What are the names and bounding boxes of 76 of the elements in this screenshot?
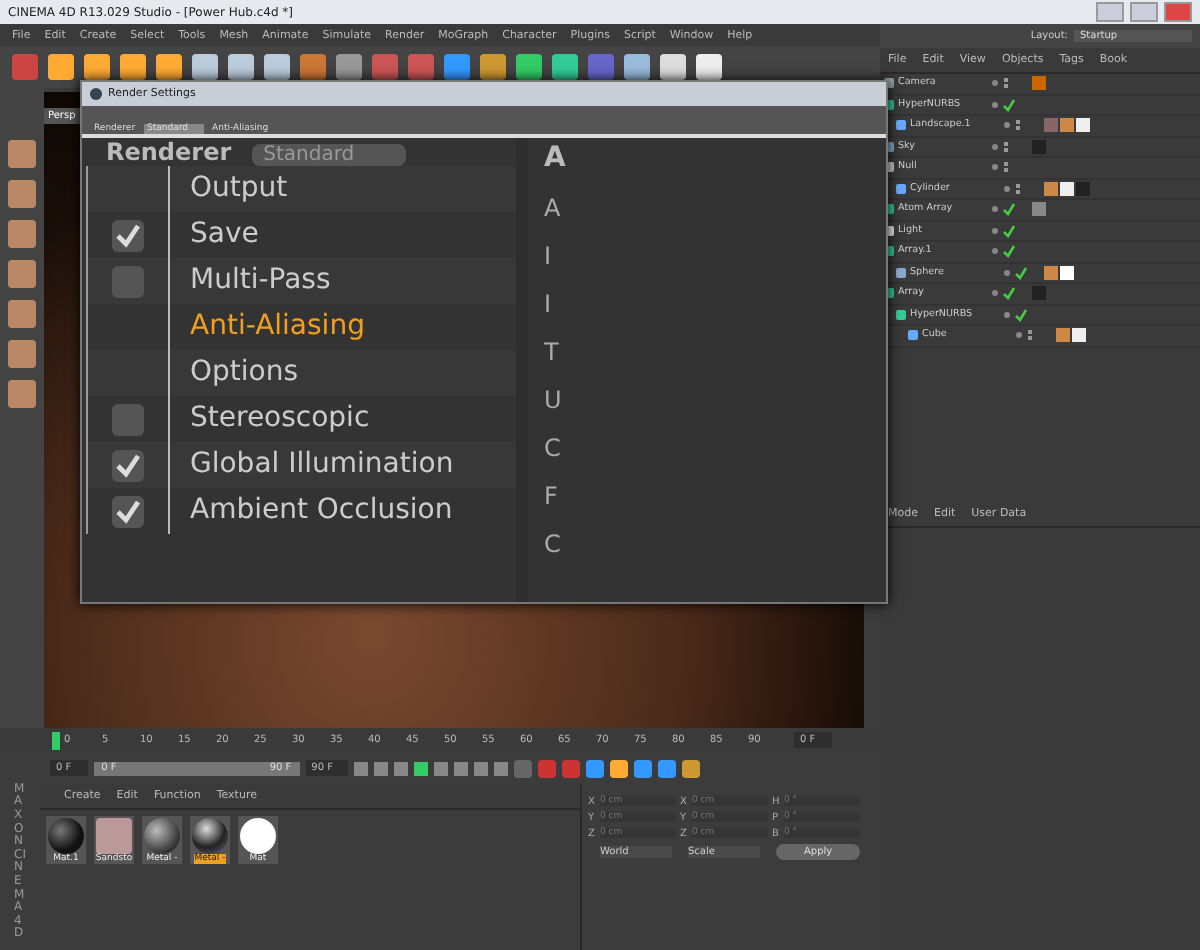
check-icon[interactable]: [1002, 202, 1016, 217]
tool-icon[interactable]: [264, 54, 290, 81]
checkbox[interactable]: [112, 219, 144, 251]
check-icon[interactable]: [1002, 286, 1016, 301]
visibility-dot[interactable]: [1004, 185, 1010, 192]
visibility-dot[interactable]: [1016, 332, 1022, 339]
tool-icon[interactable]: [228, 54, 254, 81]
visibility-dot[interactable]: [992, 290, 998, 297]
tool-icon[interactable]: [624, 54, 650, 81]
field-label: F: [544, 482, 560, 510]
visibility-dot[interactable]: [992, 227, 998, 234]
visibility-dot[interactable]: [1004, 311, 1010, 318]
tool-icon[interactable]: [8, 339, 36, 368]
material-preview: [48, 817, 84, 854]
check-icon[interactable]: [1014, 265, 1028, 280]
field-label: I: [544, 242, 554, 270]
material-preview: [240, 817, 276, 854]
tool-icon[interactable]: [588, 54, 614, 81]
settings-item[interactable]: Ambient Occlusion: [168, 488, 453, 534]
tool-icon[interactable]: [408, 54, 434, 81]
visibility-dot[interactable]: [992, 101, 998, 108]
tool-icon[interactable]: [8, 219, 36, 248]
tool-icon[interactable]: [336, 54, 362, 81]
tool-icon[interactable]: [120, 54, 146, 81]
field-label: I: [544, 290, 554, 318]
field-label: A: [544, 194, 563, 222]
material-preview: [144, 817, 180, 854]
tool-icon[interactable]: [444, 54, 470, 81]
tool-icon[interactable]: [8, 139, 36, 168]
key-icon[interactable]: [658, 759, 677, 778]
maximize-button[interactable]: [1130, 2, 1158, 22]
tool-icon[interactable]: [48, 54, 74, 81]
key-icon[interactable]: [682, 759, 701, 778]
checkbox[interactable]: [112, 495, 144, 527]
key-icon[interactable]: [634, 759, 653, 778]
app-icon: [90, 88, 102, 100]
key-icon[interactable]: [610, 759, 629, 778]
tool-icon[interactable]: [8, 259, 36, 288]
field-label: U: [544, 386, 564, 414]
check-icon[interactable]: [1002, 97, 1016, 112]
checkbox[interactable]: [112, 403, 144, 435]
tool-icon[interactable]: [192, 54, 218, 81]
renderer-heading: Renderer: [106, 138, 232, 166]
checkbox[interactable]: [112, 449, 144, 481]
visibility-dot[interactable]: [1004, 122, 1010, 129]
material-preview: [96, 817, 132, 854]
visibility-dot[interactable]: [992, 143, 998, 150]
tool-icon[interactable]: [84, 54, 110, 81]
check-icon[interactable]: [1002, 244, 1016, 259]
tool-icon[interactable]: [552, 54, 578, 81]
check-icon[interactable]: [1002, 223, 1016, 238]
visibility-dot[interactable]: [992, 80, 998, 87]
tool-icon[interactable]: [8, 179, 36, 208]
field-label: C: [544, 434, 563, 462]
tool-icon[interactable]: [480, 54, 506, 81]
minimize-button[interactable]: [1096, 2, 1124, 22]
visibility-dot[interactable]: [992, 164, 998, 171]
tool-icon[interactable]: [300, 54, 326, 81]
tool-icon[interactable]: [696, 54, 722, 81]
panel-heading: A: [544, 142, 568, 174]
visibility-dot[interactable]: [1004, 269, 1010, 276]
playhead-marker[interactable]: [52, 731, 60, 750]
tool-icon[interactable]: [372, 54, 398, 81]
tool-icon[interactable]: [8, 299, 36, 328]
material-preview: [192, 817, 228, 854]
visibility-dot[interactable]: [992, 248, 998, 255]
tool-icon[interactable]: [156, 54, 182, 81]
tool-icon[interactable]: [8, 379, 36, 408]
tool-icon[interactable]: [660, 54, 686, 81]
key-icon[interactable]: [586, 759, 605, 778]
field-label: T: [544, 338, 561, 366]
tool-icon[interactable]: [516, 54, 542, 81]
field-label: C: [544, 530, 563, 558]
check-icon[interactable]: [1014, 307, 1028, 322]
checkbox[interactable]: [112, 265, 144, 297]
visibility-dot[interactable]: [992, 206, 998, 213]
